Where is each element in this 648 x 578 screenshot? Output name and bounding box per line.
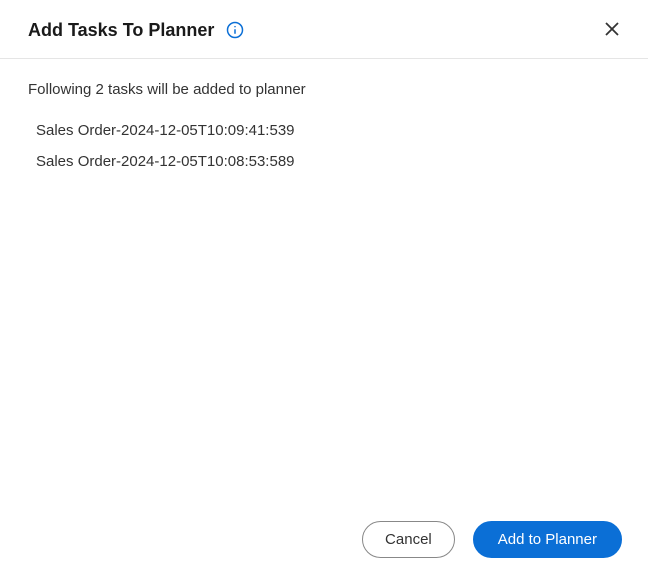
add-tasks-dialog: Add Tasks To Planner Following 2 tasks w… [0,0,648,578]
close-icon [605,21,619,39]
dialog-header: Add Tasks To Planner [0,0,648,59]
dialog-body: Following 2 tasks will be added to plann… [0,59,648,507]
dialog-description: Following 2 tasks will be added to plann… [28,81,620,98]
dialog-title: Add Tasks To Planner [28,20,214,41]
dialog-footer: Cancel Add to Planner [0,507,648,578]
info-icon[interactable] [226,21,244,39]
task-item: Sales Order-2024-12-05T10:09:41:539 [36,122,620,139]
task-item: Sales Order-2024-12-05T10:08:53:589 [36,153,620,170]
close-button[interactable] [601,17,623,43]
task-list: Sales Order-2024-12-05T10:09:41:539 Sale… [28,122,620,170]
cancel-button[interactable]: Cancel [362,521,455,558]
add-to-planner-button[interactable]: Add to Planner [473,521,622,558]
